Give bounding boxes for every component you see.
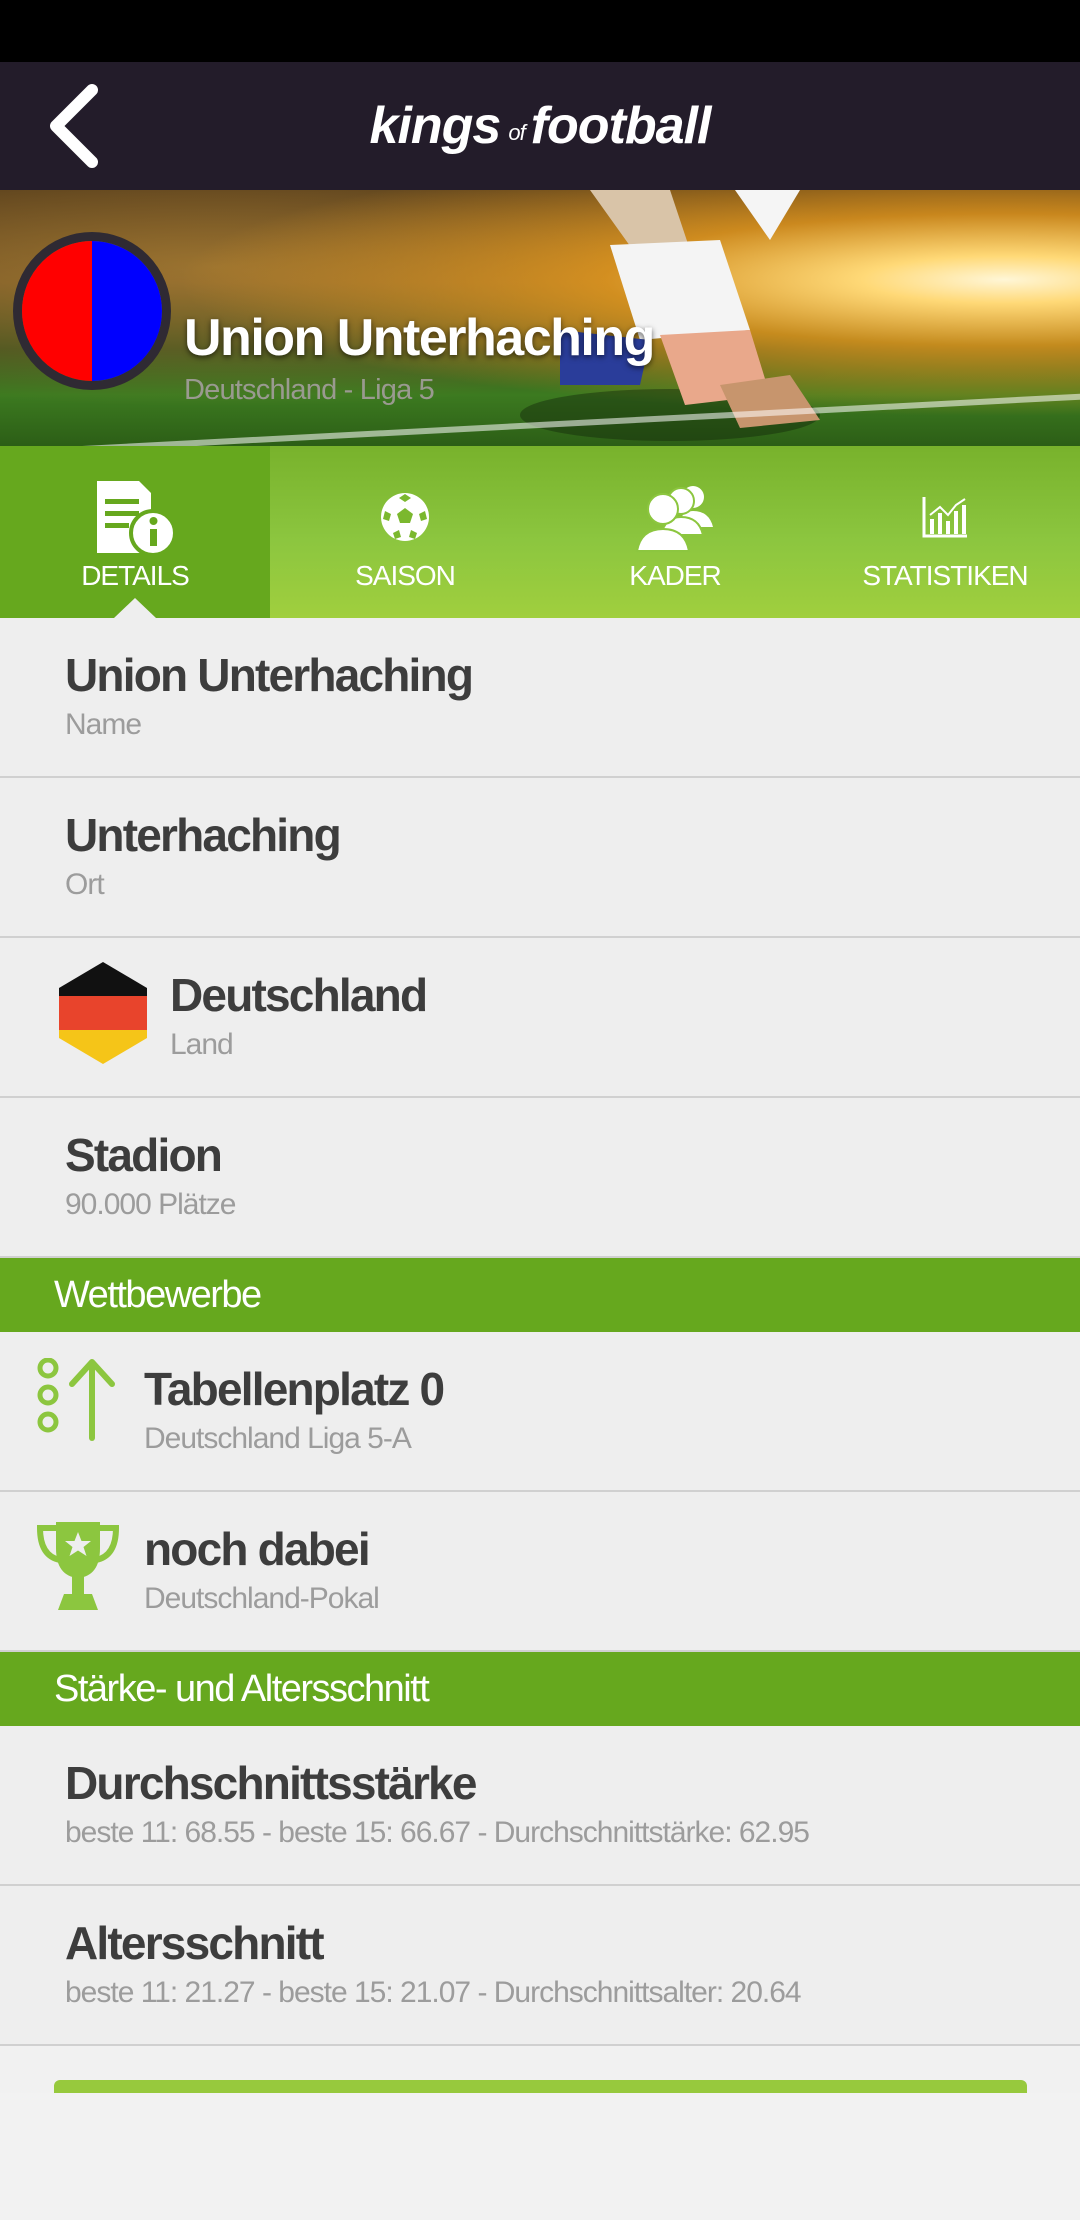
tab-statistiken[interactable]: STATISTIKEN — [810, 446, 1080, 618]
detail-ort-label: Ort — [65, 868, 105, 901]
chart-icon — [922, 497, 967, 538]
detail-stadion-value: Stadion — [65, 1129, 223, 1181]
detail-row-ort: Unterhaching Ort — [0, 778, 1080, 938]
tab-statistiken-label: STATISTIKEN — [862, 560, 1028, 591]
tab-saison[interactable]: SAISON — [270, 446, 540, 618]
age-average-title: Altersschnitt — [65, 1917, 325, 1969]
tab-details-label: DETAILS — [81, 560, 190, 591]
age-average-values: beste 11: 21.27 - beste 15: 21.07 - Durc… — [65, 1976, 802, 2009]
document-info-icon — [97, 481, 177, 557]
germany-flag-icon — [59, 962, 147, 1064]
competition-row-league[interactable]: Tabellenplatz 0 Deutschland Liga 5-A — [0, 1332, 1080, 1492]
detail-land-value: Deutschland — [170, 969, 428, 1021]
detail-row-stadion: Stadion 90.000 Plätze — [0, 1098, 1080, 1258]
strength-row-average: Durchschnittsstärke beste 11: 68.55 - be… — [0, 1726, 1080, 1886]
status-bar — [0, 0, 1080, 62]
logo-text-football: football — [530, 97, 712, 155]
tab-bar: DETAILS SAISON KADER STATISTIKEN — [0, 446, 1080, 618]
detail-row-land: Deutschland Land — [0, 938, 1080, 1098]
competition-cup-name: Deutschland-Pokal — [144, 1582, 380, 1615]
app-header: kings of football — [0, 62, 1080, 190]
club-hero-banner: Union Unterhaching Deutschland - Liga 5 — [0, 190, 1080, 446]
app-logo: kings of football — [0, 62, 1080, 190]
logo-text-of: of — [508, 120, 525, 145]
strength-average-title: Durchschnittsstärke — [65, 1757, 477, 1809]
logo-text-kings: kings — [369, 97, 502, 155]
active-tab-indicator — [114, 598, 156, 618]
competition-cup-title: noch dabei — [144, 1523, 371, 1575]
table-rank-up-icon — [37, 1358, 115, 1441]
club-color-blue — [92, 241, 162, 381]
detail-stadion-label: 90.000 Plätze — [65, 1188, 236, 1221]
tab-saison-label: SAISON — [355, 560, 456, 591]
soccer-ball-icon — [381, 493, 429, 541]
competition-row-cup[interactable]: noch dabei Deutschland-Pokal — [0, 1492, 1080, 1652]
detail-name-value: Union Unterhaching — [65, 649, 474, 701]
back-button[interactable] — [28, 80, 120, 172]
competition-league-name: Deutschland Liga 5-A — [144, 1422, 412, 1455]
bottom-blank-area — [0, 2093, 1080, 2220]
club-color-red — [22, 241, 92, 381]
tab-kader[interactable]: KADER — [540, 446, 810, 618]
bottom-action-button[interactable] — [54, 2080, 1027, 2094]
detail-land-label: Land — [170, 1028, 234, 1061]
club-league: Deutschland - Liga 5 — [184, 374, 435, 406]
detail-row-name: Union Unterhaching Name — [0, 618, 1080, 778]
people-icon — [635, 486, 713, 552]
tab-kader-label: KADER — [629, 560, 721, 591]
club-name: Union Unterhaching — [184, 309, 655, 367]
strength-average-values: beste 11: 68.55 - beste 15: 66.67 - Durc… — [65, 1816, 810, 1849]
club-badge — [13, 232, 171, 390]
trophy-icon — [36, 1522, 120, 1610]
detail-ort-value: Unterhaching — [65, 809, 342, 861]
section-header-strength: Stärke- und Altersschnitt — [0, 1652, 1080, 1726]
detail-name-label: Name — [65, 708, 142, 741]
strength-row-age: Altersschnitt beste 11: 21.27 - beste 15… — [0, 1886, 1080, 2046]
competition-league-title: Tabellenplatz 0 — [144, 1363, 445, 1415]
section-header-competitions: Wettbewerbe — [0, 1258, 1080, 1332]
back-arrow-icon — [50, 84, 98, 168]
tab-details[interactable]: DETAILS — [0, 446, 270, 618]
details-list: Union Unterhaching Name Unterhaching Ort… — [0, 618, 1080, 2046]
